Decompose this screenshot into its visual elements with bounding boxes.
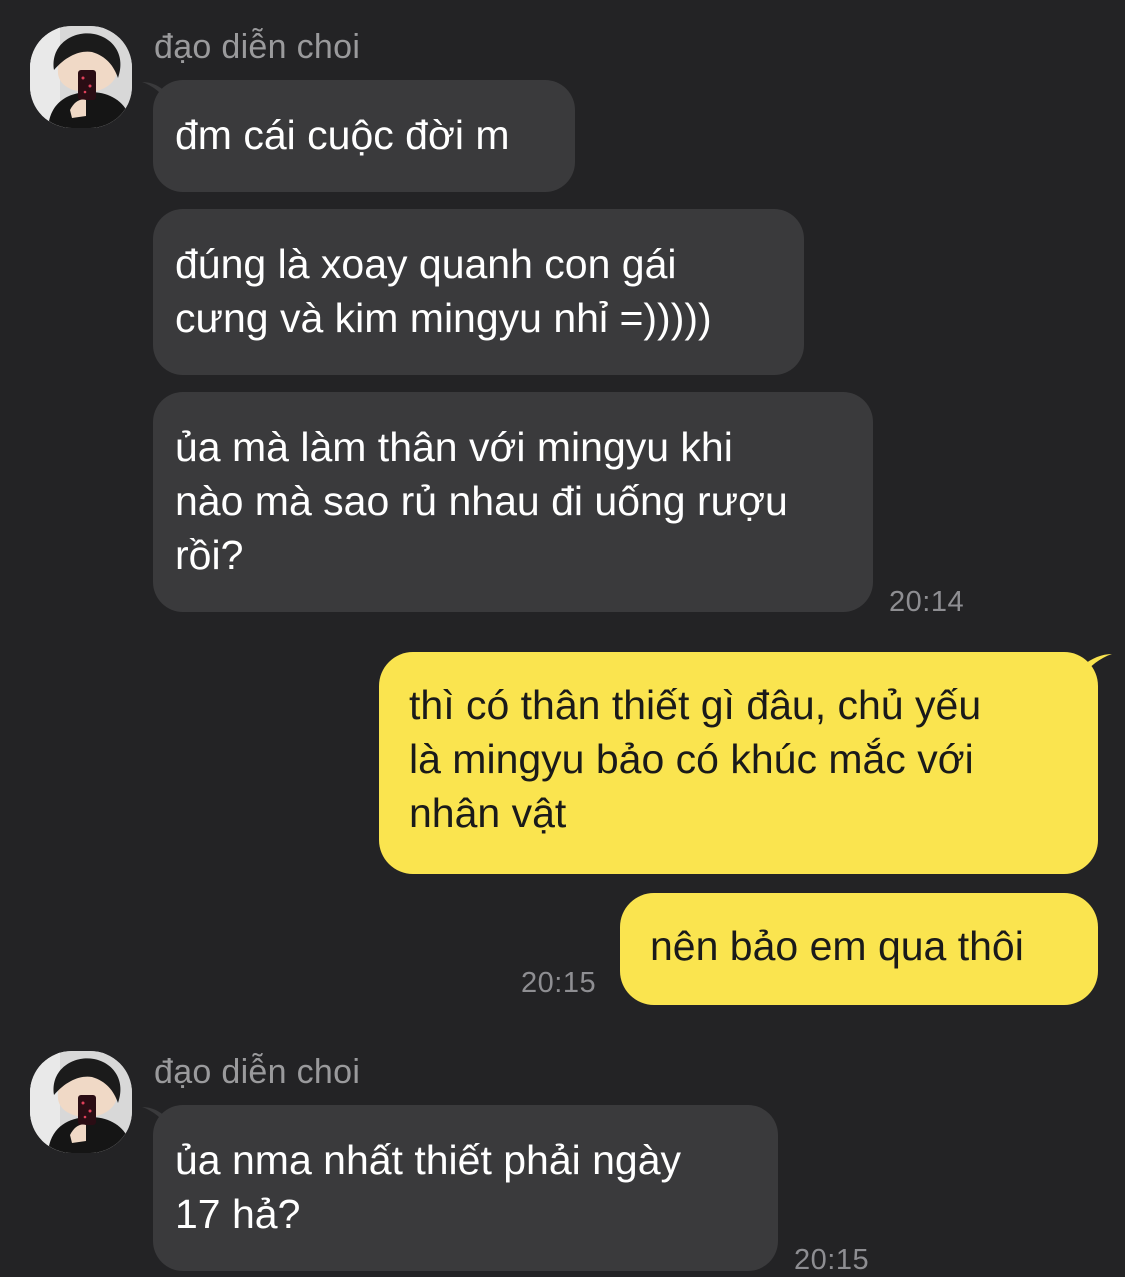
incoming-message[interactable]: ủa mà làm thân với mingyu khi nào mà sao… xyxy=(153,392,873,612)
incoming-message[interactable]: ủa nma nhất thiết phải ngày 17 hả? xyxy=(153,1105,778,1271)
sender-name: đạo diễn choi xyxy=(154,28,361,66)
incoming-message[interactable]: đm cái cuộc đời m xyxy=(153,80,575,192)
message-timestamp: 20:15 xyxy=(794,1244,870,1276)
outgoing-message[interactable]: nên bảo em qua thôi xyxy=(620,893,1098,1005)
outgoing-message[interactable]: thì có thân thiết gì đâu, chủ yếu là min… xyxy=(379,652,1098,874)
sender-name: đạo diễn choi xyxy=(154,1053,361,1091)
incoming-message[interactable]: đúng là xoay quanh con gái cưng và kim m… xyxy=(153,209,804,375)
message-timestamp: 20:14 xyxy=(889,586,965,618)
contact-avatar[interactable] xyxy=(30,1051,132,1153)
contact-avatar[interactable] xyxy=(30,26,132,128)
message-timestamp: 20:15 xyxy=(521,967,597,999)
